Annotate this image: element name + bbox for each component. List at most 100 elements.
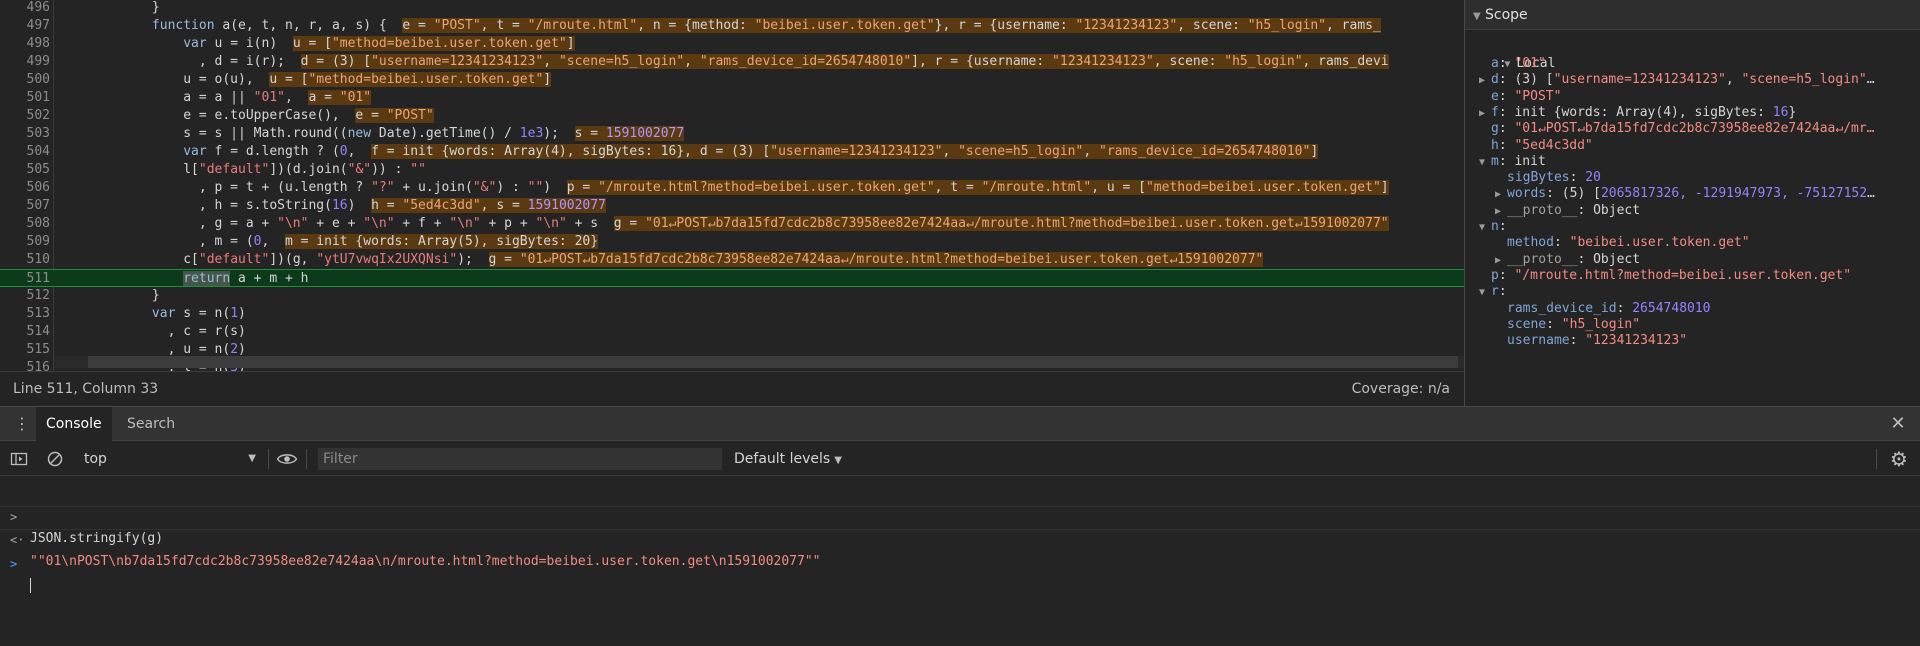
code-text: } [58, 0, 160, 17]
code-line[interactable]: 507 , h = s.toString(16) h = "5ed4c3dd",… [0, 197, 1464, 215]
source-editor[interactable]: 496 } 497 function a(e, t, n, r, a, s) { … [0, 0, 1464, 371]
line-number[interactable]: 497 [0, 17, 50, 35]
inline-value-annotation: u = ["method=beibei.user.token.get"] [292, 36, 575, 51]
scope-variable-row[interactable]: p: "/mroute.html?method=beibei.user.toke… [1479, 266, 1851, 286]
code-token: ])(d.join( [269, 162, 348, 177]
console-input-entry: > JSON.stringify(g) [0, 484, 1920, 546]
property-value: "5ed4c3dd" [1514, 137, 1593, 153]
line-number[interactable]: 511 [0, 270, 50, 288]
code-line-current[interactable]: 511 return a + m + h [0, 269, 1464, 287]
code-line[interactable]: 497 function a(e, t, n, r, a, s) { e = "… [0, 17, 1464, 35]
line-number[interactable]: 514 [0, 323, 50, 341]
code-token: var [151, 306, 176, 321]
property-value: } [1788, 104, 1797, 120]
code-line[interactable]: 500 u = o(u), u = ["method=beibei.user.t… [0, 71, 1464, 89]
line-number[interactable]: 508 [0, 215, 50, 233]
line-number[interactable]: 504 [0, 143, 50, 161]
inline-value-token: "h5_login" [1247, 18, 1327, 33]
property-name: r [1491, 284, 1499, 300]
inline-value-token: "12341234123" [1052, 54, 1154, 69]
inline-value-token: , t = [934, 180, 982, 195]
code-token: + e + [308, 216, 364, 231]
code-line[interactable]: 512 } [0, 287, 1464, 305]
line-number[interactable]: 513 [0, 305, 50, 323]
code-line[interactable]: 509 , m = (0, m = init {words: Array(5),… [0, 233, 1464, 251]
code-line[interactable]: 496 } [0, 0, 1464, 17]
code-line[interactable]: 508 , g = a + "\n" + e + "\n" + f + "\n"… [0, 215, 1464, 233]
editor-horizontal-scrollbar[interactable] [54, 356, 1464, 368]
property-name: h [1491, 137, 1499, 153]
line-number[interactable]: 502 [0, 107, 50, 125]
console-prompt[interactable]: > [0, 531, 1920, 593]
clear-console-icon[interactable] [46, 450, 64, 468]
inline-value-token: , rams_devi [1302, 54, 1389, 69]
code-token: , m = ( [58, 234, 254, 249]
inline-value-token: "scene=h5_login" [558, 54, 685, 69]
property-value: 20 [1585, 170, 1601, 186]
code-line[interactable]: 503 s = s || Math.round((new Date).getTi… [0, 125, 1464, 143]
line-number[interactable]: 500 [0, 71, 50, 89]
line-number[interactable]: 498 [0, 35, 50, 53]
code-line[interactable]: 513 var s = n(1) [0, 305, 1464, 323]
property-value: "POST" [1514, 88, 1562, 104]
code-text: a = a || "01", a = "01" [58, 89, 372, 107]
log-levels-dropdown[interactable]: Default levels ▼ [734, 449, 842, 471]
line-number[interactable]: 510 [0, 251, 50, 269]
scope-variable-row[interactable]: ▶ __proto__: Object [1495, 201, 1640, 221]
code-line[interactable]: 514 , c = r(s) [0, 323, 1464, 341]
code-line[interactable]: 504 var f = d.length ? (0, f = init {wor… [0, 143, 1464, 161]
code-line[interactable]: 498 var u = i(n) u = ["method=beibei.use… [0, 35, 1464, 53]
more-tabs-icon[interactable]: ⋮ [14, 415, 30, 433]
code-line[interactable]: 502 e = e.toUpperCase(), e = "POST" [0, 107, 1464, 125]
scope-variable-row[interactable]: username: "12341234123" [1495, 331, 1687, 351]
tab-console[interactable]: Console [36, 407, 112, 441]
context-value: top [84, 451, 107, 467]
code-text: var u = i(n) u = ["method=beibei.user.to… [58, 35, 575, 53]
line-number[interactable]: 509 [0, 233, 50, 251]
return-keyword: return [183, 271, 231, 286]
code-line[interactable]: 499 , d = i(r); d = (3) ["username=12341… [0, 53, 1464, 71]
line-number[interactable]: 515 [0, 341, 50, 359]
show-sidebar-icon[interactable] [10, 450, 28, 468]
line-number[interactable]: 501 [0, 89, 50, 107]
line-number[interactable]: 507 [0, 197, 50, 215]
line-number[interactable]: 505 [0, 161, 50, 179]
line-number[interactable]: 506 [0, 179, 50, 197]
console-result-text[interactable]: ""01\nPOST\nb7da15fd7cdc2b8c73958ee82e74… [30, 551, 821, 573]
code-token: 1e3 [519, 126, 544, 141]
line-number[interactable]: 496 [0, 0, 50, 17]
inline-value-token: "h5_login" [1224, 54, 1303, 69]
line-number[interactable]: 516 [0, 359, 50, 371]
scope-local-header[interactable]: ▼ Local [1473, 34, 1555, 71]
live-expression-eye-icon[interactable] [276, 450, 298, 468]
scrollbar-thumb[interactable] [88, 356, 1458, 368]
scope-section-header[interactable]: ▼ Scope [1465, 0, 1920, 30]
chevron-down-icon: ▼ [248, 453, 256, 464]
line-number[interactable]: 503 [0, 125, 50, 143]
line-number[interactable]: 499 [0, 53, 50, 71]
coverage-status[interactable]: Coverage: n/a [1352, 381, 1450, 397]
console-prompt-input[interactable] [30, 575, 31, 597]
inline-value-token: ] [543, 72, 552, 87]
tab-search[interactable]: Search [117, 407, 185, 441]
code-line[interactable]: 510 c["default"])(g, "ytU7vwqIx2UXQNsi")… [0, 251, 1464, 269]
code-token: + f + [394, 216, 450, 231]
code-token: l[ [58, 162, 199, 177]
collapse-triangle-icon[interactable]: ▼ [1479, 218, 1491, 238]
collapse-triangle-icon[interactable]: ▼ [1479, 283, 1491, 303]
line-number[interactable]: 512 [0, 287, 50, 305]
inline-value-token: h = [371, 198, 403, 213]
console-filter-input[interactable] [318, 448, 722, 470]
collapse-triangle-icon[interactable]: ▼ [1479, 153, 1491, 173]
close-drawer-icon[interactable]: ✕ [1888, 414, 1908, 434]
property-value: "01↵POST↵b7da15fd7cdc2b8c73958ee82e7424a… [1514, 121, 1875, 137]
code-text: } [58, 287, 160, 305]
code-token: 1 [230, 306, 239, 321]
inline-value-token: ], r = {username: [911, 54, 1053, 69]
code-line[interactable]: 501 a = a || "01", a = "01" [0, 89, 1464, 107]
code-line[interactable]: 506 , p = t + (u.length ? "?" + u.join("… [0, 179, 1464, 197]
console-settings-gear-icon[interactable]: ⚙ [1888, 448, 1910, 470]
code-token: + s [566, 216, 614, 231]
code-line[interactable]: 505 l["default"])(d.join("&")) : "" [0, 161, 1464, 179]
javascript-context-select[interactable]: top ▼ [84, 449, 256, 469]
